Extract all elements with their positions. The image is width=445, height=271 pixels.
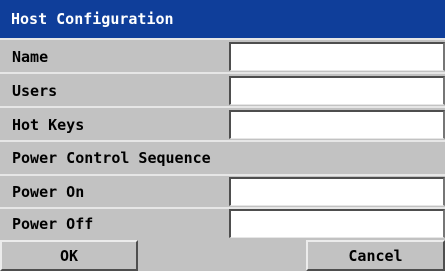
power-control-sequence-label: Power Control Sequence xyxy=(12,149,211,167)
users-input[interactable] xyxy=(229,76,445,105)
hot-keys-label: Hot Keys xyxy=(12,116,85,134)
power-on-input[interactable] xyxy=(229,177,445,206)
power-on-label: Power On xyxy=(12,183,85,201)
divider xyxy=(0,106,445,108)
cancel-button[interactable]: Cancel xyxy=(306,240,445,271)
divider xyxy=(0,38,445,40)
dialog-title: Host Configuration xyxy=(0,0,445,38)
name-label: Name xyxy=(12,48,49,66)
divider xyxy=(0,72,445,74)
power-off-label: Power Off xyxy=(12,215,94,233)
hot-keys-input[interactable] xyxy=(229,110,445,139)
ok-button[interactable]: OK xyxy=(0,240,138,271)
users-label: Users xyxy=(12,82,58,100)
power-off-input[interactable] xyxy=(229,209,445,238)
host-configuration-dialog: Host Configuration Name Users Hot Keys P… xyxy=(0,0,445,271)
name-input[interactable] xyxy=(229,42,445,71)
